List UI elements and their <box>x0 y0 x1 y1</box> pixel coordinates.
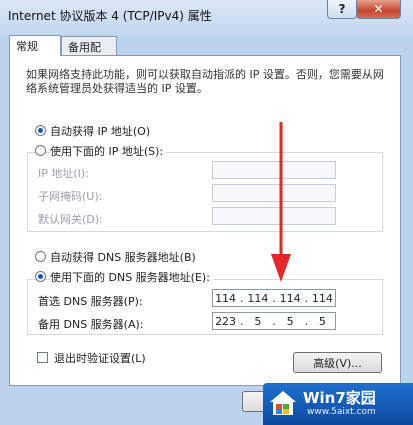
preferred-dns-octet: 114 <box>215 291 237 305</box>
auto-dns-label: 自动获得 DNS 服务器地址(B) <box>50 251 196 264</box>
watermark-title: Win7家园 <box>303 389 376 407</box>
description-text: 如果网络支持此功能，则可以获取自动指派的 IP 设置。否则，您需要从网络系统管理… <box>26 68 384 95</box>
auto-ip-radio[interactable] <box>35 125 46 136</box>
default-gateway-label: 默认网关(D): <box>38 213 103 226</box>
preferred-dns-octet: 114 <box>247 291 269 305</box>
alternate-dns-octet: 5 <box>286 314 294 328</box>
validate-settings-label: 退出时验证设置(L) <box>54 352 146 365</box>
watermark-logo: Win7家园 www.5aixt.com <box>263 383 413 425</box>
tab-alternate-config[interactable]: 备用配置 <box>61 36 117 70</box>
ip-address-label: IP 地址(I): <box>38 167 89 180</box>
window-title: Internet 协议版本 4 (TCP/IPv4) 属性 <box>8 9 212 23</box>
manual-dns-radio[interactable] <box>35 271 46 282</box>
preferred-dns-label: 首选 DNS 服务器(P): <box>38 295 143 308</box>
watermark-url: www.5aixt.com <box>307 407 376 417</box>
alternate-dns-octet: 5 <box>318 314 326 328</box>
alternate-dns-octet: 5 <box>254 314 262 328</box>
advanced-button[interactable]: 高级(V)... <box>293 352 382 373</box>
subnet-mask-label: 子网掩码(U): <box>38 190 103 203</box>
preferred-dns-octet: 114 <box>279 291 301 305</box>
close-button[interactable]: ✕ <box>356 0 401 19</box>
auto-ip-label: 自动获得 IP 地址(O) <box>50 125 151 138</box>
house-icon <box>270 391 296 415</box>
auto-dns-radio[interactable] <box>35 251 46 262</box>
manual-dns-label: 使用下面的 DNS 服务器地址(E): <box>50 269 213 285</box>
dialog-window: Internet 协议版本 4 (TCP/IPv4) 属性 ? ✕ 常规 备用配… <box>0 0 413 425</box>
manual-ip-radio[interactable] <box>35 145 46 156</box>
preferred-dns-octet: 114 <box>311 291 333 305</box>
alternate-dns-label: 备用 DNS 服务器(A): <box>38 318 144 331</box>
help-button[interactable]: ? <box>327 0 357 19</box>
alternate-dns-input[interactable]: 223. 5. 5. 5 <box>212 312 336 330</box>
manual-ip-label: 使用下面的 IP 地址(S): <box>50 143 167 159</box>
tab-general[interactable]: 常规 <box>9 35 61 56</box>
red-arrow-annotation <box>271 122 291 282</box>
validate-settings-checkbox[interactable] <box>37 352 48 363</box>
preferred-dns-input[interactable]: 114. 114. 114. 114 <box>212 289 336 307</box>
title-bar: Internet 协议版本 4 (TCP/IPv4) 属性 ? ✕ <box>0 0 413 36</box>
alternate-dns-octet: 223 <box>215 314 237 328</box>
